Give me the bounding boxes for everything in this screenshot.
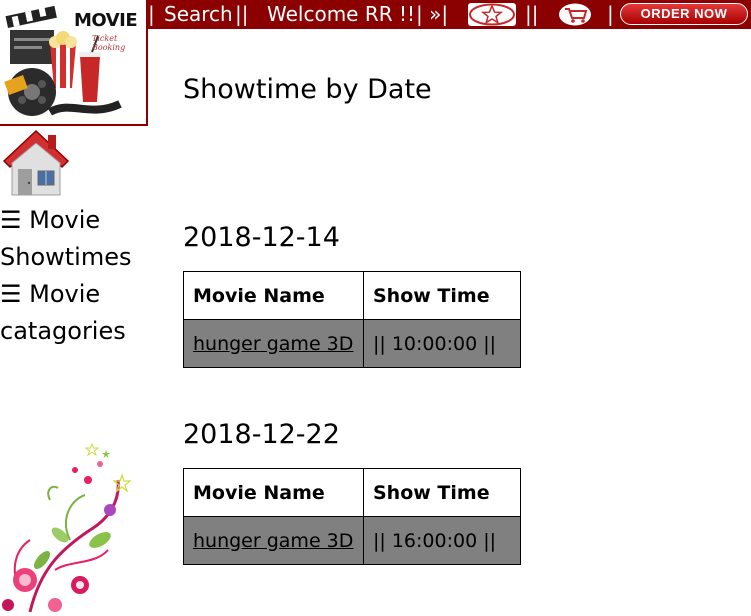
topbar-separator: | »| (416, 2, 449, 26)
movie-name-cell: hunger game 3D (183, 319, 364, 368)
topbar-separator: || (235, 2, 249, 26)
date-heading: 2018-12-22 (183, 419, 340, 450)
floral-decoration (0, 440, 140, 613)
star-icon[interactable] (468, 3, 516, 26)
table-row: hunger game 3D || 10:00:00 || (183, 319, 521, 368)
logo-title: MOVIE (74, 10, 138, 31)
sidebar-item-label: catagories (0, 317, 126, 345)
menu-icon: ☰ (0, 280, 22, 308)
search-link[interactable]: Search (164, 0, 233, 29)
page-title: Showtime by Date (183, 74, 432, 105)
top-navigation-bar: | Search || Welcome RR !! | »| || | ORDE… (148, 0, 751, 29)
order-now-button[interactable]: ORDER NOW (620, 3, 748, 25)
sidebar-item-movie-showtimes[interactable]: ☰ Movie Showtimes (0, 202, 131, 276)
movie-name-cell: hunger game 3D (183, 516, 364, 565)
column-header-show-time: Show Time (363, 271, 521, 320)
sidebar-item-label: Movie (21, 280, 101, 308)
column-header-movie-name: Movie Name (183, 271, 364, 320)
menu-icon: ☰ (0, 206, 22, 234)
movie-link[interactable]: hunger game 3D (193, 333, 353, 355)
show-time-cell: || 16:00:00 || (363, 516, 521, 565)
sidebar-item-label: Movie (21, 206, 101, 234)
sidebar-item-label: Showtimes (0, 243, 132, 271)
table-header-row: Movie Name Show Time (183, 468, 521, 517)
topbar-prefix: | (148, 2, 155, 26)
welcome-text: Welcome RR !! (267, 2, 416, 26)
column-header-show-time: Show Time (363, 468, 521, 517)
topbar-separator: | (607, 2, 614, 26)
column-header-movie-name: Movie Name (183, 468, 364, 517)
show-time-cell: || 10:00:00 || (363, 319, 521, 368)
showtime-table: Movie Name Show Time hunger game 3D || 1… (183, 468, 521, 565)
logo-subtitle: Ticket Booking (92, 34, 126, 52)
home-icon[interactable] (0, 125, 72, 197)
table-row: hunger game 3D || 16:00:00 || (183, 516, 521, 565)
showtime-table: Movie Name Show Time hunger game 3D || 1… (183, 271, 521, 368)
cart-icon[interactable] (558, 2, 592, 27)
sidebar-item-movie-catagories[interactable]: ☰ Movie catagories (0, 276, 126, 350)
topbar-separator: || (525, 2, 539, 26)
site-logo[interactable]: MOVIE Ticket Booking (0, 0, 148, 126)
table-header-row: Movie Name Show Time (183, 271, 521, 320)
date-heading: 2018-12-14 (183, 222, 340, 253)
movie-link[interactable]: hunger game 3D (193, 530, 353, 552)
